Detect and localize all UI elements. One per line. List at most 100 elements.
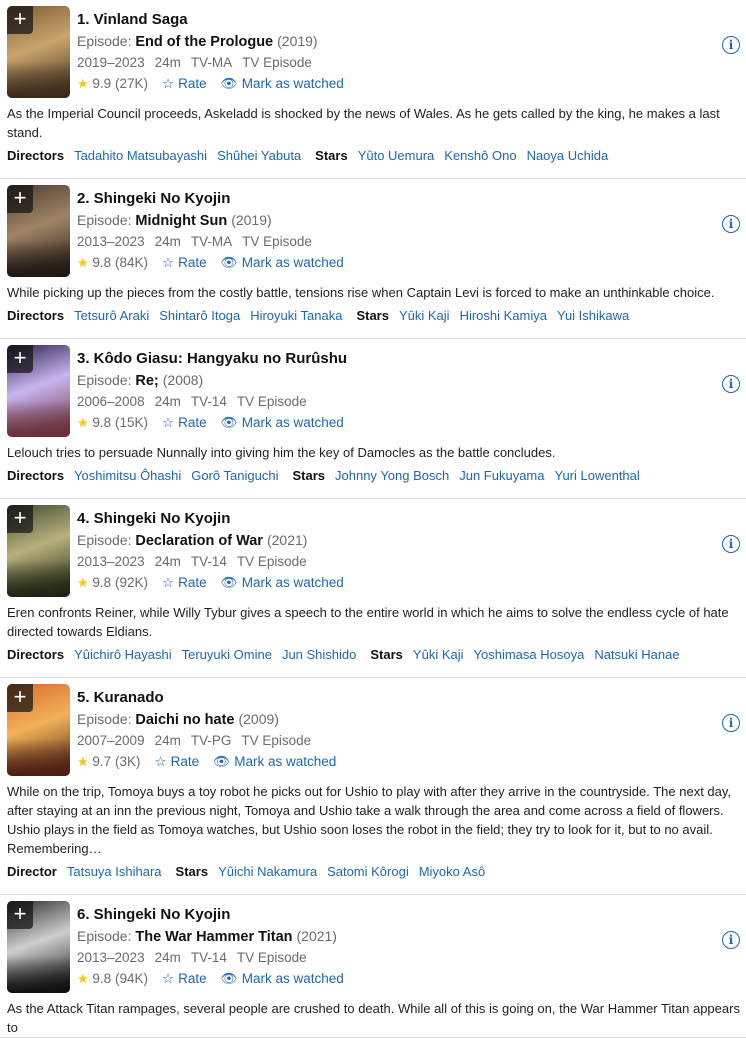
list-item: +3. Kôdo Giasu: Hangyaku no Rurûshu Episo… [0,339,746,499]
episode-year: (2009) [238,711,279,727]
rating-row: ★ 9.9 (27K) ☆ Rate 👁 Mark as watched [77,73,697,95]
mark-as-watched-button[interactable]: 👁 Mark as watched [221,971,344,986]
director-link[interactable]: Yoshimitsu Ôhashi [74,468,181,483]
vote-count: (92K) [114,575,148,590]
add-to-watchlist-button[interactable]: + [7,684,33,712]
star-link[interactable]: Yûto Uemura [358,148,435,163]
star-link[interactable]: Kenshô Ono [444,148,516,163]
vote-count: (27K) [114,76,148,91]
star-link[interactable]: Johnny Yong Bosch [335,468,449,483]
director-link[interactable]: Tadahito Matsubayashi [74,148,207,163]
star-link[interactable]: Yûki Kaji [399,308,450,323]
item-header: +6. Shingeki No Kyojin Episode: The War H… [7,895,746,993]
director-link[interactable]: Hiroyuki Tanaka [250,308,342,323]
poster-image[interactable]: + [7,185,70,277]
mark-as-watched-button[interactable]: 👁 Mark as watched [221,575,344,590]
years: 2013–2023 [77,234,145,249]
director-link[interactable]: Shûhei Yabuta [217,148,301,163]
add-to-watchlist-button[interactable]: + [7,6,33,34]
title-link[interactable]: 1. Vinland Saga [77,10,697,30]
star-link[interactable]: Jun Fukuyama [459,468,544,483]
info-icon[interactable]: i [722,714,740,732]
mark-as-watched-button[interactable]: 👁 Mark as watched [221,76,344,91]
star-link[interactable]: Yuri Lowenthal [555,468,640,483]
poster-image[interactable]: + [7,505,70,597]
rate-button[interactable]: ☆ Rate [154,754,199,769]
rate-button[interactable]: ☆ Rate [162,971,207,986]
director-link[interactable]: Gorô Taniguchi [191,468,278,483]
episode-title-link[interactable]: Declaration of War [135,533,263,549]
star-outline-icon: ☆ [161,76,175,91]
director-link[interactable]: Teruyuki Omine [182,647,272,662]
star-link[interactable]: Naoya Uchida [527,148,609,163]
stars-label: Stars [315,148,348,163]
star-link[interactable]: Yûichi Nakamura [218,864,317,879]
info-icon[interactable]: i [722,535,740,553]
poster-shade [7,956,70,993]
episode-title-link[interactable]: Re; [135,373,158,389]
info-icon[interactable]: i [722,36,740,54]
mark-as-watched-button[interactable]: 👁 Mark as watched [221,415,344,430]
director-link[interactable]: Jun Shishido [282,647,356,662]
director-link[interactable]: Shintarô Itoga [159,308,240,323]
star-link[interactable]: Yui Ishikawa [557,308,629,323]
star-link[interactable]: Natsuki Hanae [594,647,679,662]
episode-title-link[interactable]: The War Hammer Titan [135,929,292,945]
directors-label: Directors [7,308,65,323]
poster-image[interactable]: + [7,684,70,776]
poster-image[interactable]: + [7,6,70,98]
episode-title-link[interactable]: Daichi no hate [135,712,234,728]
title-link[interactable]: 2. Shingeki No Kyojin [77,189,697,209]
add-to-watchlist-button[interactable]: + [7,901,33,929]
title-link[interactable]: 4. Shingeki No Kyojin [77,509,697,529]
episode-label: Episode: [77,532,132,548]
star-link[interactable]: Satomi Kôrogi [327,864,409,879]
add-to-watchlist-button[interactable]: + [7,185,33,213]
poster-image[interactable]: + [7,345,70,437]
rate-button[interactable]: ☆ Rate [162,255,207,270]
star-link[interactable]: Yoshimasa Hosoya [474,647,585,662]
add-to-watchlist-button[interactable]: + [7,345,33,373]
star-link[interactable]: Miyoko Asô [419,864,485,879]
credits-row: Directors Yûichirô Hayashi Teruyuki Omine J… [7,641,746,677]
info-icon[interactable]: i [722,215,740,233]
director-link[interactable]: Tetsurô Araki [74,308,149,323]
item-meta: 3. Kôdo Giasu: Hangyaku no Rurûshu Episod… [77,349,697,434]
poster-image[interactable]: + [7,901,70,993]
stars-label: Stars [292,468,326,483]
certificate: TV-MA [190,234,233,249]
mark-as-watched-button[interactable]: 👁 Mark as watched [221,255,344,270]
eye-icon: 👁 [220,971,238,986]
rate-button[interactable]: ☆ Rate [162,575,207,590]
mark-as-watched-button[interactable]: 👁 Mark as watched [213,754,336,769]
rating-row: ★ 9.8 (94K) ☆ Rate 👁 Mark as watched [77,968,697,990]
episode-title-link[interactable]: End of the Prologue [135,34,273,50]
info-icon[interactable]: i [722,931,740,949]
info-icon[interactable]: i [722,375,740,393]
poster-shade [7,240,70,277]
credits-row: Directors Yoshimitsu Ôhashi Gorô Taniguchi… [7,462,746,498]
title-link[interactable]: 5. Kuranado [77,688,697,708]
title-link[interactable]: 3. Kôdo Giasu: Hangyaku no Rurûshu [77,349,697,369]
rate-button[interactable]: ☆ Rate [162,76,207,91]
title-link[interactable]: 6. Shingeki No Kyojin [77,905,697,925]
director-link[interactable]: Yûichirô Hayashi [74,647,172,662]
star-link[interactable]: Hiroshi Kamiya [460,308,547,323]
star-link[interactable]: Yûki Kaji [413,647,464,662]
poster-shade [7,560,70,597]
episode-title-link[interactable]: Midnight Sun [135,213,227,229]
runtime: 24m [154,394,181,409]
poster-shade [7,739,70,776]
rate-button[interactable]: ☆ Rate [162,415,207,430]
rate-label: Rate [178,255,207,270]
episode-row: Episode: Re; (2008) [77,370,697,391]
directors-label: Directors [7,647,65,662]
star-outline-icon: ☆ [161,971,175,986]
stars-label: Stars [356,308,389,323]
director-link[interactable]: Tatsuya Ishihara [67,864,162,879]
add-to-watchlist-button[interactable]: + [7,505,33,533]
vote-count: (15K) [114,415,148,430]
mark-as-watched-label: Mark as watched [241,255,344,270]
runtime: 24m [154,554,181,569]
mark-as-watched-label: Mark as watched [234,754,337,769]
